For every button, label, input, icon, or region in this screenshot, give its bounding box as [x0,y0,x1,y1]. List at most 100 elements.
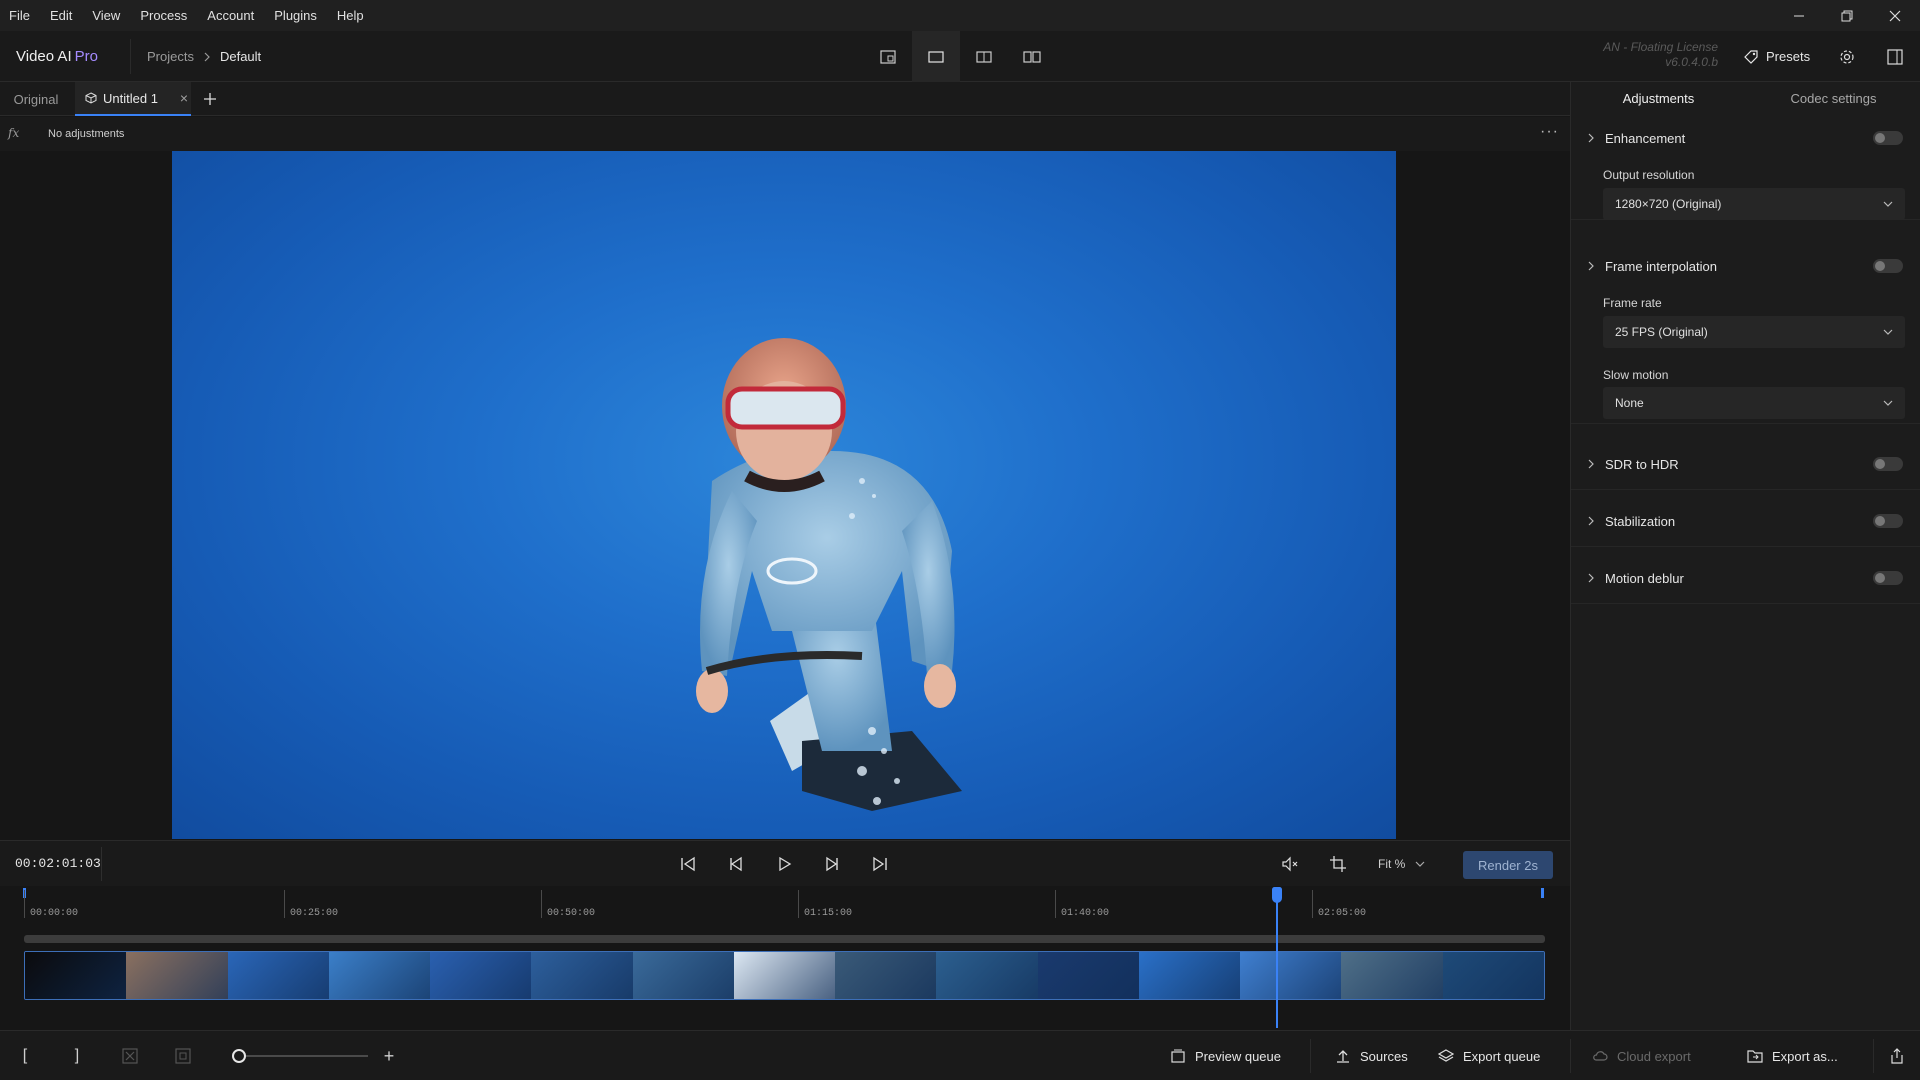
slow-motion-value: None [1615,396,1644,410]
stabilization-toggle[interactable] [1873,514,1903,528]
frame-interpolation-section: Frame interpolation Frame rate 25 FPS (O… [1571,244,1920,424]
view-split-icon [976,50,992,63]
set-out-point-button[interactable]: ] [62,1031,92,1080]
timecode[interactable]: 00:02:01:03 [15,841,101,887]
tab-original[interactable]: Original [0,82,72,116]
menu-plugins[interactable]: Plugins [264,0,327,31]
enhancement-header[interactable]: Enhancement [1571,120,1920,156]
tab-codec-settings[interactable]: Codec settings [1746,82,1920,116]
stabilization-header[interactable]: Stabilization [1571,503,1920,539]
close-window-button[interactable] [1871,0,1919,31]
export-queue-button[interactable]: Export queue [1438,1031,1540,1080]
toggle-panel-button[interactable] [1877,39,1913,74]
share-icon [1891,1048,1903,1064]
timeline-zoom-slider[interactable] [238,1055,368,1057]
zoom-fit-dropdown[interactable]: Fit % [1378,841,1425,887]
sources-button[interactable]: Sources [1335,1031,1408,1080]
play-button[interactable] [760,841,808,887]
menu-process[interactable]: Process [130,0,197,31]
motion-deblur-title: Motion deblur [1605,570,1684,586]
menu-edit[interactable]: Edit [40,0,82,31]
timeline-scrubber[interactable] [24,935,1545,943]
previous-frame-button[interactable] [712,841,760,887]
view-single-button[interactable] [912,31,960,82]
settings-button[interactable] [1829,39,1865,74]
zoom-slider-handle[interactable] [232,1049,246,1063]
output-resolution-select[interactable]: 1280×720 (Original) [1603,188,1905,220]
enhancement-toggle[interactable] [1873,131,1903,145]
fx-icon: fx [8,126,20,140]
presets-label: Presets [1766,49,1811,64]
tab-untitled-1[interactable]: Untitled 1 × [75,82,191,116]
filmstrip[interactable] [24,951,1545,1000]
clear-range-button[interactable] [115,1031,145,1080]
minimize-icon [1794,15,1804,16]
ruler-tick-label: 00:00:00 [30,908,79,919]
view-split-button[interactable] [960,31,1008,82]
filmstrip-frame [25,952,127,999]
zoom-in-button[interactable]: + [374,1031,404,1080]
motion-deblur-toggle[interactable] [1873,571,1903,585]
chevron-down-icon [1415,861,1425,867]
sources-label: Sources [1360,1048,1408,1064]
gear-icon [1840,49,1854,64]
view-single-original-button[interactable] [864,31,912,82]
plus-icon [204,93,216,105]
video-frame[interactable] [172,151,1396,839]
restore-button[interactable] [1823,0,1871,31]
freediver-image [696,338,962,811]
snapshot-button[interactable] [168,1031,198,1080]
chevron-right-icon [203,52,211,62]
close-tab-icon[interactable]: × [180,90,188,106]
export-as-button[interactable]: Export as... [1747,1031,1838,1080]
minimize-button[interactable] [1775,0,1823,31]
out-point-marker[interactable] [1541,888,1544,898]
tab-adjustments[interactable]: Adjustments [1571,82,1746,116]
slow-motion-select[interactable]: None [1603,387,1905,419]
license-info: AN - Floating License v6.0.4.0.b [1603,40,1718,70]
ruler-tick-label: 01:15:00 [804,908,853,919]
menu-file[interactable]: File [0,0,40,31]
ruler-tick [798,890,799,918]
menu-account[interactable]: Account [197,0,264,31]
preview-queue-button[interactable]: Preview queue [1170,1031,1281,1080]
sdr-to-hdr-toggle[interactable] [1873,457,1903,471]
app-header: Video AI Pro Projects Default AN - Floati… [0,31,1920,82]
frame-interpolation-toggle[interactable] [1873,259,1903,273]
set-in-point-button[interactable]: [ [10,1031,40,1080]
output-resolution-value: 1280×720 (Original) [1615,197,1722,211]
skip-forward-icon [873,856,887,872]
next-frame-button[interactable] [808,841,856,887]
add-tab-button[interactable] [198,82,222,116]
jump-to-start-button[interactable] [664,841,712,887]
share-button[interactable] [1882,1031,1912,1080]
more-options-icon[interactable]: ··· [1540,117,1559,147]
mute-button[interactable] [1266,841,1314,887]
crop-button[interactable] [1314,841,1362,887]
filmstrip-frame [1037,952,1139,999]
jump-to-end-button[interactable] [856,841,904,887]
cloud-export-button[interactable]: Cloud export [1592,1031,1691,1080]
divider [101,847,102,881]
view-side-by-side-button[interactable] [1008,31,1056,82]
playhead-handle[interactable] [1271,887,1282,903]
motion-deblur-header[interactable]: Motion deblur [1571,560,1920,596]
chevron-down-icon [1883,329,1893,335]
sdr-to-hdr-section: SDR to HDR [1571,442,1920,490]
version: v6.0.4.0.b [1665,55,1718,69]
view-fullframe-icon [928,50,944,63]
breadcrumb-projects[interactable]: Projects [147,49,194,64]
frame-rate-select[interactable]: 25 FPS (Original) [1603,316,1905,348]
frame-interpolation-header[interactable]: Frame interpolation [1571,248,1920,284]
render-button[interactable]: Render 2s [1463,851,1553,879]
menu-view[interactable]: View [82,0,130,31]
crop-icon [1330,856,1346,872]
playhead[interactable] [1275,888,1278,1028]
sdr-to-hdr-header[interactable]: SDR to HDR [1571,446,1920,482]
breadcrumb-default[interactable]: Default [220,49,261,64]
divider [1310,1039,1311,1073]
divider [1570,1039,1571,1073]
presets-button[interactable]: Presets [1733,39,1820,74]
menu-help[interactable]: Help [327,0,374,31]
view-single-icon [880,49,896,64]
